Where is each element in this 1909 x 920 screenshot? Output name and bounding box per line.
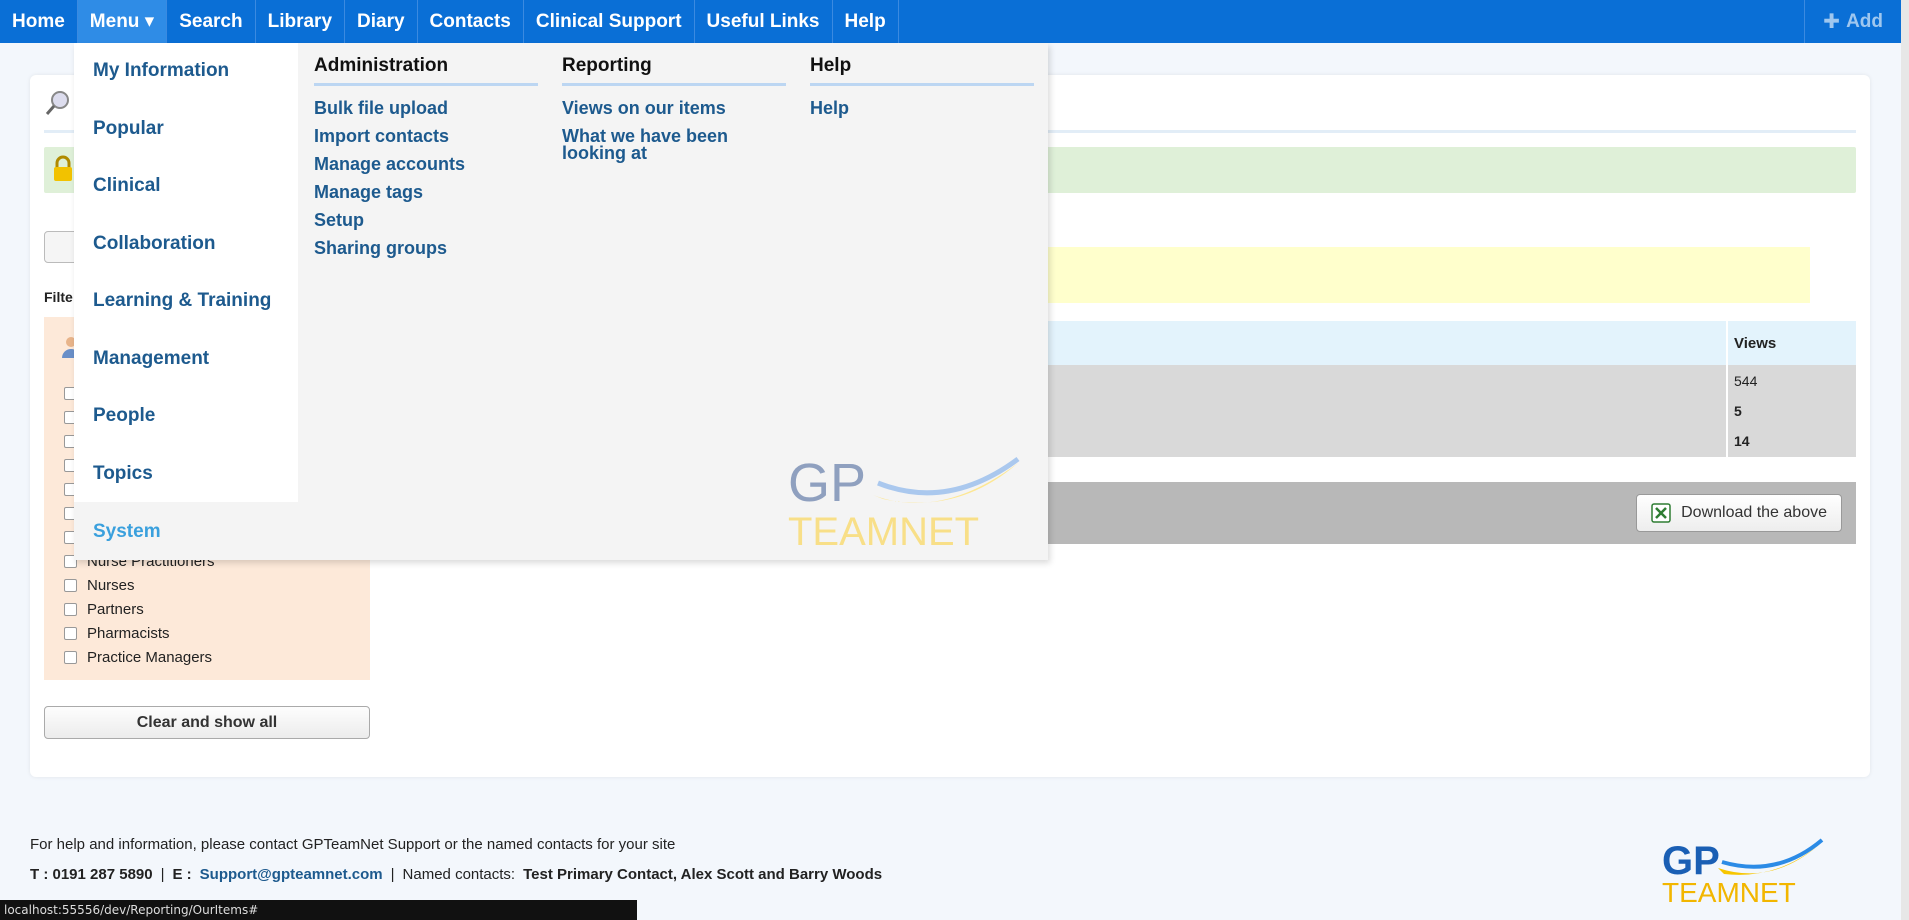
link-views-on-our-items[interactable]: Views on our items <box>562 99 786 117</box>
filter-label: Filte <box>44 289 73 305</box>
link-import-contacts[interactable]: Import contacts <box>314 127 538 145</box>
filter-item[interactable]: Partners <box>64 597 215 621</box>
separator: | <box>160 866 165 883</box>
filter-item[interactable]: Nurses <box>64 573 215 597</box>
nav-help[interactable]: Help <box>833 0 899 43</box>
lock-icon <box>54 155 72 181</box>
filter-label-nurses: Nurses <box>87 576 135 594</box>
menu-topics[interactable]: Topics <box>93 463 153 485</box>
menu-learning-training[interactable]: Learning & Training <box>93 290 271 312</box>
page-scrollbar[interactable] <box>1901 0 1909 920</box>
footer-named-label: Named contacts: <box>402 866 516 883</box>
top-nav: Home Menu ▾ Search Library Diary Contact… <box>0 0 1901 43</box>
link-help[interactable]: Help <box>810 99 1034 117</box>
footer-logo-teamnet-text: TEAMNET <box>1662 877 1796 906</box>
views-cell: 5 <box>1734 403 1742 419</box>
column-heading: Help <box>810 55 1034 86</box>
footer-named-contacts: Test Primary Contact, Alex Scott and Bar… <box>523 866 883 883</box>
checkbox[interactable] <box>64 650 77 664</box>
logo-gp-text: GP <box>788 453 866 513</box>
link-bulk-file-upload[interactable]: Bulk file upload <box>314 99 538 117</box>
menu-my-information[interactable]: My Information <box>93 60 229 82</box>
filter-label-pharmacists: Pharmacists <box>87 624 170 642</box>
menu-popular[interactable]: Popular <box>93 118 164 140</box>
filter-item[interactable]: Practice Managers <box>64 645 215 669</box>
nav-diary[interactable]: Diary <box>345 0 418 43</box>
filter-label-practice-managers: Practice Managers <box>87 648 213 666</box>
excel-icon <box>1651 503 1671 523</box>
checkbox[interactable] <box>64 602 77 616</box>
nav-home[interactable]: Home <box>0 0 78 43</box>
footer-phone: T : 0191 287 5890 <box>30 866 153 883</box>
menu-categories: My Information Popular Clinical Collabor… <box>74 43 298 502</box>
menu-column-reporting: Reporting Views on our items What we hav… <box>562 55 786 162</box>
views-column-header[interactable]: Views <box>1726 321 1856 365</box>
nav-clinical-support[interactable]: Clinical Support <box>524 0 695 43</box>
nav-library[interactable]: Library <box>256 0 346 43</box>
add-label: Add <box>1846 10 1883 32</box>
footer-contacts: T : 0191 287 5890 | E : Support@gpteamne… <box>30 866 882 883</box>
footer-email-label: E : <box>172 866 192 883</box>
link-setup[interactable]: Setup <box>314 211 538 229</box>
footer-help-text: For help and information, please contact… <box>30 836 676 853</box>
filter-item[interactable]: Pharmacists <box>64 621 215 645</box>
gpteamnet-footer-logo: GP TEAMNET <box>1662 838 1824 906</box>
views-cell: 14 <box>1734 433 1750 449</box>
link-sharing-groups[interactable]: Sharing groups <box>314 239 538 257</box>
magnifier-icon <box>45 91 69 115</box>
download-button[interactable]: Download the above <box>1636 494 1842 532</box>
link-manage-tags[interactable]: Manage tags <box>314 183 538 201</box>
nav-search[interactable]: Search <box>167 0 256 43</box>
browser-status-bar: localhost:55556/dev/Reporting/OurItems# <box>0 900 637 920</box>
menu-people[interactable]: People <box>93 405 155 427</box>
column-heading: Administration <box>314 55 538 86</box>
footer-email-link[interactable]: Support@gpteamnet.com <box>200 866 383 883</box>
menu-system[interactable]: System <box>93 521 161 543</box>
link-what-we-have-been-looking-at[interactable]: What we have been looking at <box>562 127 752 162</box>
add-button[interactable]: ✚ Add <box>1804 0 1901 43</box>
clear-and-show-all-button[interactable]: Clear and show all <box>44 706 370 739</box>
filter-label-partners: Partners <box>87 600 144 618</box>
nav-useful-links[interactable]: Useful Links <box>695 0 833 43</box>
mega-menu: My Information Popular Clinical Collabor… <box>74 43 1048 560</box>
column-heading: Reporting <box>562 55 786 86</box>
download-label: Download the above <box>1681 504 1827 521</box>
menu-collaboration[interactable]: Collaboration <box>93 233 215 255</box>
plus-icon: ✚ <box>1823 11 1841 33</box>
menu-column-help: Help Help <box>810 55 1034 117</box>
menu-clinical[interactable]: Clinical <box>93 175 161 197</box>
gpteamnet-logo: GP TEAMNET <box>788 453 1020 553</box>
checkbox[interactable] <box>64 578 77 592</box>
menu-column-administration: Administration Bulk file upload Import c… <box>314 55 538 257</box>
separator: | <box>390 866 395 883</box>
link-manage-accounts[interactable]: Manage accounts <box>314 155 538 173</box>
logo-teamnet-text: TEAMNET <box>788 510 979 553</box>
views-cell: 544 <box>1734 373 1758 389</box>
views-column: 544 5 14 <box>1726 365 1856 457</box>
nav-contacts[interactable]: Contacts <box>418 0 524 43</box>
checkbox[interactable] <box>64 626 77 640</box>
nav-menu[interactable]: Menu ▾ <box>77 0 168 43</box>
menu-management[interactable]: Management <box>93 348 209 370</box>
